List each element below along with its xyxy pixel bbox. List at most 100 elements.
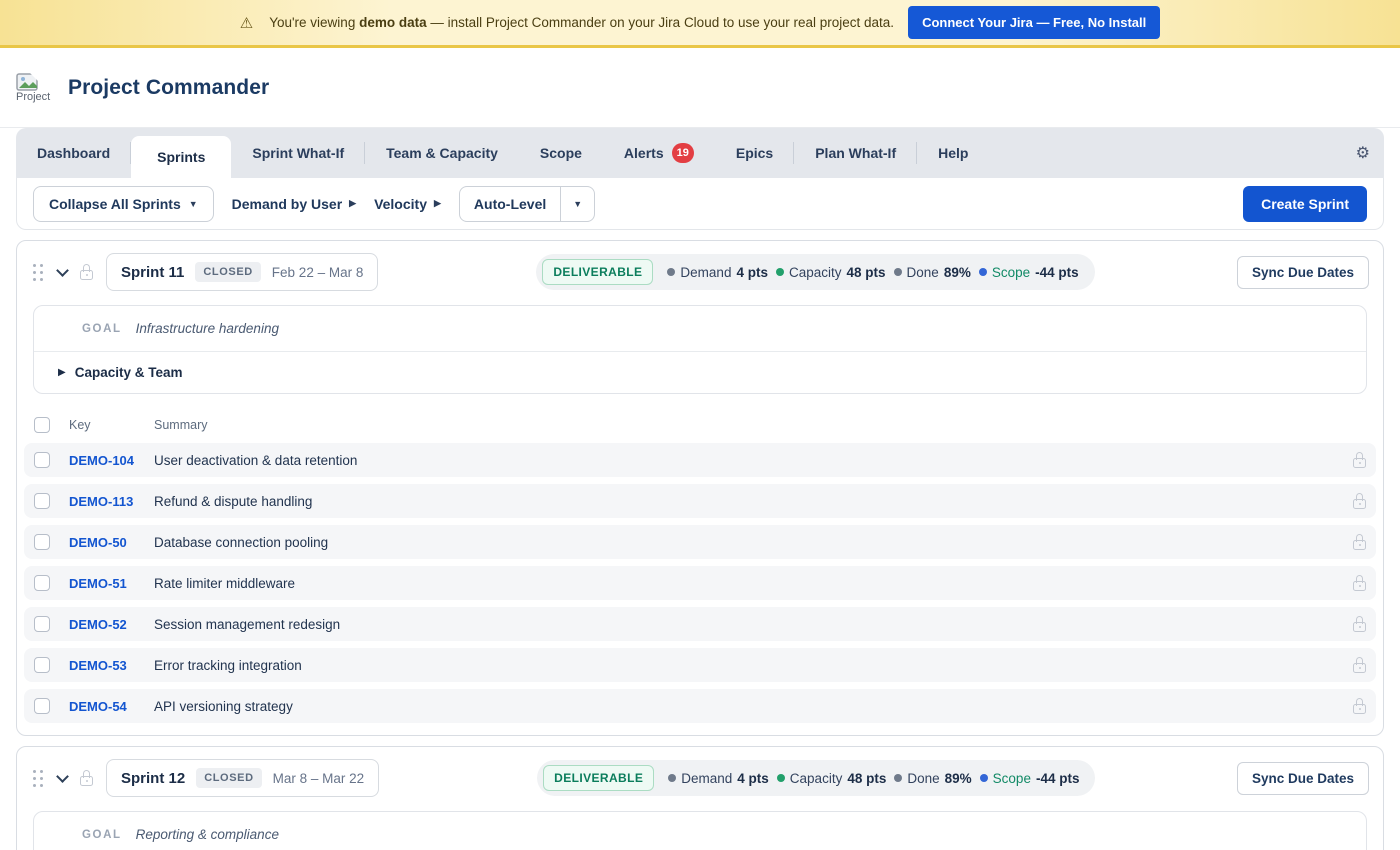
gray-dot-icon bbox=[668, 774, 676, 782]
table-row[interactable]: DEMO-53 Error tracking integration bbox=[24, 648, 1376, 682]
stat-value: 4 pts bbox=[737, 771, 769, 786]
stat-label: Capacity bbox=[789, 265, 842, 280]
tab-alerts-label: Alerts bbox=[624, 145, 664, 161]
green-dot-icon bbox=[776, 268, 784, 276]
issue-summary: Database connection pooling bbox=[154, 535, 328, 550]
stat-demand: Demand 4 pts bbox=[667, 265, 768, 280]
sprint-11-header: Sprint 11 CLOSED Feb 22 – Mar 8 DELIVERA… bbox=[17, 241, 1383, 303]
tab-scope[interactable]: Scope bbox=[519, 128, 603, 178]
row-checkbox[interactable] bbox=[34, 452, 50, 468]
chevron-down-icon[interactable] bbox=[56, 770, 69, 783]
sprint-card-11: Sprint 11 CLOSED Feb 22 – Mar 8 DELIVERA… bbox=[16, 240, 1384, 736]
stat-value: 48 pts bbox=[847, 771, 886, 786]
tab-dashboard[interactable]: Dashboard bbox=[16, 128, 131, 178]
table-row[interactable]: DEMO-104 User deactivation & data retent… bbox=[24, 443, 1376, 477]
lock-icon bbox=[1353, 581, 1366, 591]
row-checkbox[interactable] bbox=[34, 575, 50, 591]
issue-table-header: Key Summary bbox=[24, 406, 1376, 443]
table-row[interactable]: DEMO-54 API versioning strategy bbox=[24, 689, 1376, 723]
connect-jira-button[interactable]: Connect Your Jira — Free, No Install bbox=[908, 6, 1160, 39]
row-checkbox[interactable] bbox=[34, 698, 50, 714]
stat-value: -44 pts bbox=[1036, 771, 1080, 786]
tab-plan-what-if[interactable]: Plan What-If bbox=[794, 128, 917, 178]
sprint-dates: Mar 8 – Mar 22 bbox=[273, 771, 365, 786]
issue-summary: Rate limiter middleware bbox=[154, 576, 295, 591]
lock-icon bbox=[1353, 458, 1366, 468]
row-checkbox[interactable] bbox=[34, 493, 50, 509]
stat-value: -44 pts bbox=[1035, 265, 1079, 280]
deliverable-badge: DELIVERABLE bbox=[542, 259, 653, 285]
create-sprint-button[interactable]: Create Sprint bbox=[1243, 186, 1367, 222]
sprint-name: Sprint 11 bbox=[121, 264, 184, 281]
column-header-key: Key bbox=[69, 418, 154, 432]
issue-summary: Session management redesign bbox=[154, 617, 340, 632]
issue-key-link[interactable]: DEMO-53 bbox=[69, 658, 154, 673]
sprint-stats-pill: DELIVERABLE Demand 4 pts Capacity 48 pts… bbox=[537, 760, 1095, 796]
stat-label: Done bbox=[907, 771, 939, 786]
table-row[interactable]: DEMO-52 Session management redesign bbox=[24, 607, 1376, 641]
banner-text: You're viewing demo data — install Proje… bbox=[269, 15, 894, 30]
stat-value: 89% bbox=[945, 771, 972, 786]
sprint-card-12: Sprint 12 CLOSED Mar 8 – Mar 22 DELIVERA… bbox=[16, 746, 1384, 850]
tab-help[interactable]: Help bbox=[917, 128, 989, 178]
stat-capacity: Capacity 48 pts bbox=[776, 265, 886, 280]
issue-key-link[interactable]: DEMO-50 bbox=[69, 535, 154, 550]
sprint-name-pill[interactable]: Sprint 11 CLOSED Feb 22 – Mar 8 bbox=[106, 253, 378, 291]
nav-wrap: Dashboard Sprints Sprint What-If Team & … bbox=[16, 128, 1384, 230]
issue-key-link[interactable]: DEMO-52 bbox=[69, 617, 154, 632]
stat-label: Capacity bbox=[790, 771, 843, 786]
issue-key-link[interactable]: DEMO-51 bbox=[69, 576, 154, 591]
issue-summary: User deactivation & data retention bbox=[154, 453, 357, 468]
row-checkbox[interactable] bbox=[34, 657, 50, 673]
velocity-label: Velocity bbox=[374, 196, 427, 212]
demand-by-user-label: Demand by User bbox=[232, 196, 342, 212]
row-checkbox[interactable] bbox=[34, 616, 50, 632]
stat-value: 4 pts bbox=[736, 265, 768, 280]
lock-icon bbox=[1353, 622, 1366, 632]
goal-row: GOAL Infrastructure hardening bbox=[34, 306, 1366, 351]
select-all-checkbox[interactable] bbox=[34, 417, 50, 433]
goal-text: Infrastructure hardening bbox=[136, 321, 279, 336]
issue-key-link[interactable]: DEMO-113 bbox=[69, 494, 154, 509]
lock-icon bbox=[80, 776, 93, 786]
sync-due-dates-button[interactable]: Sync Due Dates bbox=[1237, 256, 1369, 289]
tab-sprint-what-if[interactable]: Sprint What-If bbox=[231, 128, 365, 178]
chevron-down-icon[interactable] bbox=[56, 264, 69, 277]
deliverable-badge: DELIVERABLE bbox=[543, 765, 654, 791]
gray-dot-icon bbox=[894, 268, 902, 276]
issue-key-link[interactable]: DEMO-54 bbox=[69, 699, 154, 714]
row-checkbox[interactable] bbox=[34, 534, 50, 550]
lock-icon bbox=[1353, 540, 1366, 550]
goal-label: GOAL bbox=[82, 829, 122, 841]
drag-handle-icon[interactable] bbox=[31, 768, 45, 789]
sprint-12-goal-box: GOAL Reporting & compliance ▶ Capacity &… bbox=[33, 811, 1367, 850]
table-row[interactable]: DEMO-113 Refund & dispute handling bbox=[24, 484, 1376, 518]
stat-label: Done bbox=[907, 265, 939, 280]
banner-text-bold: demo data bbox=[359, 15, 427, 30]
broken-image-icon bbox=[16, 73, 38, 91]
issue-summary: Refund & dispute handling bbox=[154, 494, 312, 509]
stat-label: Scope bbox=[993, 771, 1031, 786]
table-row[interactable]: DEMO-50 Database connection pooling bbox=[24, 525, 1376, 559]
tab-team-capacity[interactable]: Team & Capacity bbox=[365, 128, 519, 178]
sprint-name-pill[interactable]: Sprint 12 CLOSED Mar 8 – Mar 22 bbox=[106, 759, 379, 797]
tab-epics[interactable]: Epics bbox=[715, 128, 794, 178]
issue-key-link[interactable]: DEMO-104 bbox=[69, 453, 154, 468]
capacity-team-expander[interactable]: ▶ Capacity & Team bbox=[34, 351, 1366, 393]
velocity-button[interactable]: Velocity ▶ bbox=[374, 196, 441, 212]
settings-gear-icon[interactable]: ⚙ bbox=[1356, 143, 1370, 163]
table-row[interactable]: DEMO-51 Rate limiter middleware bbox=[24, 566, 1376, 600]
drag-handle-icon[interactable] bbox=[31, 262, 45, 283]
auto-level-caret[interactable]: ▼ bbox=[560, 187, 594, 221]
auto-level-button[interactable]: Auto-Level bbox=[460, 187, 560, 221]
tab-alerts[interactable]: Alerts 19 bbox=[603, 128, 715, 178]
column-header-summary: Summary bbox=[154, 418, 207, 432]
collapse-all-sprints-button[interactable]: Collapse All Sprints ▼ bbox=[33, 186, 214, 222]
issue-summary: API versioning strategy bbox=[154, 699, 293, 714]
tab-sprints[interactable]: Sprints bbox=[131, 136, 231, 178]
caret-right-icon: ▶ bbox=[434, 198, 441, 209]
demand-by-user-button[interactable]: Demand by User ▶ bbox=[232, 196, 356, 212]
stat-value: 89% bbox=[944, 265, 971, 280]
sync-due-dates-button[interactable]: Sync Due Dates bbox=[1237, 762, 1369, 795]
caret-down-icon: ▼ bbox=[189, 199, 198, 209]
